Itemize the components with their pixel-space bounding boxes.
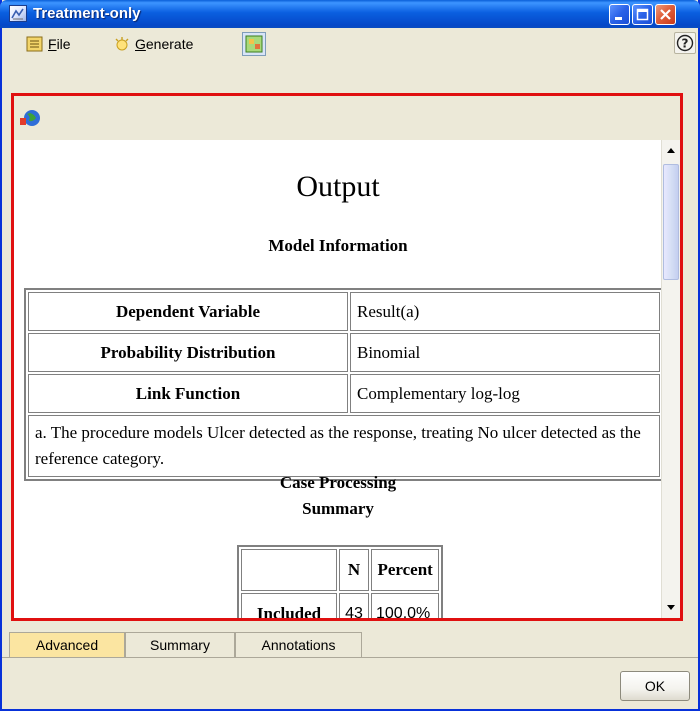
table-header-cell: Percent bbox=[371, 549, 440, 591]
table-row: N Percent bbox=[241, 549, 440, 591]
model-info-caption: Model Information bbox=[268, 236, 408, 255]
tab-annotations[interactable]: Annotations bbox=[235, 632, 362, 657]
model-info-label: Probability Distribution bbox=[28, 333, 348, 372]
table-row: Dependent Variable Result(a) bbox=[28, 292, 660, 331]
case-processing-caption-line1: Case Processing bbox=[279, 473, 397, 492]
model-info-footnote: a. The procedure models Ulcer detected a… bbox=[28, 415, 660, 477]
table-header-cell: N bbox=[339, 549, 369, 591]
table-row: Included 43 100.0% bbox=[241, 593, 440, 618]
output-document: Output Model Information Dependent Varia… bbox=[14, 140, 662, 618]
menu-bar: File Generate ? bbox=[2, 28, 698, 60]
globe-button[interactable] bbox=[18, 105, 44, 131]
window-title: Treatment-only bbox=[33, 5, 141, 22]
case-processing-caption-line2: Summary bbox=[302, 499, 374, 518]
menu-file[interactable]: File bbox=[26, 34, 71, 54]
output-window: Treatment-only File Generate ? Output Mo… bbox=[0, 0, 700, 711]
model-info-value: Complementary log-log bbox=[350, 374, 660, 413]
close-button[interactable] bbox=[655, 4, 676, 25]
table-header-cell bbox=[241, 549, 337, 591]
scroll-down-arrow-icon[interactable] bbox=[662, 599, 680, 616]
tab-advanced[interactable]: Advanced bbox=[9, 632, 125, 657]
generate-sparkle-icon bbox=[115, 37, 129, 51]
case-row-label: Included bbox=[241, 593, 337, 618]
menu-generate-mnemonic: G bbox=[135, 36, 146, 52]
minimize-button[interactable] bbox=[609, 4, 630, 25]
menu-file-mnemonic: F bbox=[48, 36, 57, 52]
tab-strip: Advanced Summary Annotations bbox=[2, 630, 698, 658]
model-info-table: Dependent Variable Result(a) Probability… bbox=[24, 288, 662, 481]
title-bar[interactable]: Treatment-only bbox=[0, 0, 700, 28]
scrollbar-thumb[interactable] bbox=[663, 164, 679, 280]
globe-icon bbox=[20, 110, 40, 126]
export-toolbar-button[interactable] bbox=[242, 32, 266, 56]
output-subtoolbar bbox=[14, 96, 680, 141]
ok-button[interactable]: OK bbox=[620, 671, 690, 701]
model-info-label: Link Function bbox=[28, 374, 348, 413]
table-row: Link Function Complementary log-log bbox=[28, 374, 660, 413]
model-info-value: Binomial bbox=[350, 333, 660, 372]
output-title: Output bbox=[296, 170, 380, 203]
table-row: a. The procedure models Ulcer detected a… bbox=[28, 415, 660, 477]
output-panel: Output Model Information Dependent Varia… bbox=[11, 93, 683, 621]
scroll-up-arrow-icon[interactable] bbox=[662, 142, 680, 159]
menu-file-label: ile bbox=[56, 36, 71, 52]
file-menu-icon bbox=[26, 36, 43, 52]
tab-summary[interactable]: Summary bbox=[125, 632, 235, 657]
export-grid-icon bbox=[245, 35, 263, 53]
case-processing-table: N Percent Included 43 100.0% bbox=[237, 545, 444, 618]
chart-window-icon bbox=[9, 5, 27, 22]
vertical-scrollbar[interactable] bbox=[661, 140, 680, 618]
maximize-button[interactable] bbox=[632, 4, 653, 25]
case-row-n: 43 bbox=[339, 593, 369, 618]
model-info-value: Result(a) bbox=[350, 292, 660, 331]
table-row: Probability Distribution Binomial bbox=[28, 333, 660, 372]
menu-generate-label: enerate bbox=[145, 36, 194, 52]
help-button[interactable]: ? bbox=[674, 32, 696, 54]
svg-text:?: ? bbox=[682, 37, 689, 51]
menu-generate[interactable]: Generate bbox=[113, 34, 193, 54]
help-icon: ? bbox=[676, 34, 694, 52]
case-row-percent: 100.0% bbox=[371, 593, 440, 618]
model-info-label: Dependent Variable bbox=[28, 292, 348, 331]
